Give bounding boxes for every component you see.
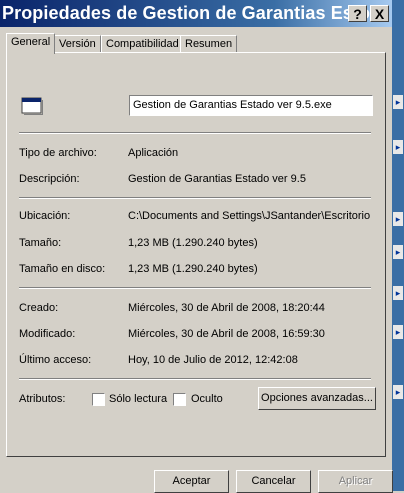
hidden-checkbox[interactable] <box>173 393 186 406</box>
modified-value: Miércoles, 30 de Abril de 2008, 16:59:30 <box>128 328 325 340</box>
size-on-disk-value: 1,23 MB (1.290.240 bytes) <box>128 263 258 275</box>
advanced-options-button[interactable]: Opciones avanzadas... <box>258 387 376 410</box>
tab-summary[interactable]: Resumen <box>180 35 238 53</box>
title-bar[interactable]: Propiedades de Gestion de Garantias Esto… <box>0 0 392 27</box>
hidden-label[interactable]: Oculto <box>191 393 223 405</box>
description-value: Gestion de Garantias Estado ver 9.5 <box>128 173 306 185</box>
attributes-label: Atributos: <box>19 393 66 405</box>
accessed-value: Hoy, 10 de Julio de 2012, 12:42:08 <box>128 354 298 366</box>
separator <box>19 197 371 199</box>
background-icon: ▸ <box>393 286 403 300</box>
close-button[interactable]: X <box>370 5 389 22</box>
tab-version[interactable]: Versión <box>54 35 101 53</box>
background-icon: ▸ <box>393 95 403 109</box>
properties-dialog: General Versión Compatibilidad Resumen G… <box>0 27 393 493</box>
tab-general[interactable]: General <box>6 33 56 54</box>
cancel-button[interactable]: Cancelar <box>236 470 311 493</box>
separator <box>19 378 371 380</box>
application-icon <box>21 97 43 115</box>
size-on-disk-label: Tamaño en disco: <box>19 263 106 275</box>
background-icon: ▸ <box>393 140 403 154</box>
background-window-strip: ▸ ▸ ▸ ▸ ▸ ▸ ▸ <box>392 0 404 491</box>
size-label: Tamaño: <box>19 237 62 249</box>
background-icon: ▸ <box>393 245 403 259</box>
file-type-value: Aplicación <box>128 147 179 159</box>
location-value: C:\Documents and Settings\JSantander\Esc… <box>128 210 371 222</box>
window-title: Propiedades de Gestion de Garantias Esto… <box>2 3 386 23</box>
apply-button[interactable]: Aplicar <box>318 470 393 493</box>
help-button[interactable]: ? <box>348 5 367 22</box>
modified-label: Modificado: <box>19 328 76 340</box>
general-panel: Gestion de Garantias Estado ver 9.5.exe … <box>6 52 386 457</box>
separator <box>19 132 371 134</box>
description-label: Descripción: <box>19 173 80 185</box>
file-type-label: Tipo de archivo: <box>19 147 97 159</box>
background-icon: ▸ <box>393 385 403 399</box>
background-icon: ▸ <box>393 325 403 339</box>
tab-compatibility[interactable]: Compatibilidad <box>101 35 184 53</box>
file-name-field[interactable]: Gestion de Garantias Estado ver 9.5.exe <box>129 95 373 116</box>
created-value: Miércoles, 30 de Abril de 2008, 18:20:44 <box>128 302 325 314</box>
ok-button[interactable]: Aceptar <box>154 470 229 493</box>
separator <box>19 287 371 289</box>
accessed-label: Último acceso: <box>19 354 92 366</box>
background-icon: ▸ <box>393 212 403 226</box>
created-label: Creado: <box>19 302 59 314</box>
readonly-checkbox[interactable] <box>92 393 105 406</box>
location-label: Ubicación: <box>19 210 71 222</box>
size-value: 1,23 MB (1.290.240 bytes) <box>128 237 258 249</box>
readonly-label[interactable]: Sólo lectura <box>109 393 167 405</box>
